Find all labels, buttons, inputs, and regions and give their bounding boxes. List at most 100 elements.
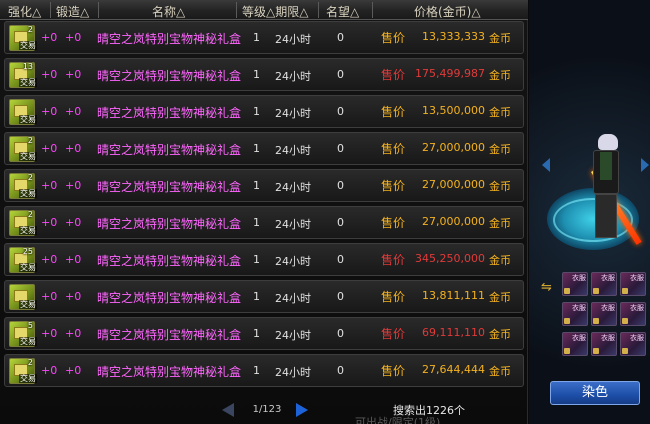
stack-count: 2 xyxy=(27,358,33,367)
price-label: 售价 xyxy=(381,179,406,193)
gift-box-icon[interactable]: 交易 xyxy=(9,99,37,125)
item-name[interactable]: 晴空之岚特别宝物神秘礼盒 xyxy=(97,67,241,84)
lock-icon xyxy=(564,288,570,294)
slot-label: 衣服 xyxy=(630,304,644,312)
col-level-duration[interactable]: 等级△期限△ xyxy=(242,3,308,20)
forge-value: +0 xyxy=(65,179,82,192)
equipment-slot[interactable]: 衣服 xyxy=(620,302,646,326)
col-price[interactable]: 价格(金币)△ xyxy=(414,3,481,20)
stack-count: 5 xyxy=(27,321,33,330)
stack-count: 25 xyxy=(22,247,33,256)
item-name[interactable]: 晴空之岚特别宝物神秘礼盒 xyxy=(97,326,241,343)
equipment-slot[interactable]: 衣服 xyxy=(620,272,646,296)
enhance-value: +0 xyxy=(41,216,58,229)
trade-tag: 交易 xyxy=(19,374,37,383)
gift-box-icon[interactable]: 25 交易 xyxy=(9,247,37,273)
slot-label: 衣服 xyxy=(572,274,586,282)
item-reputation: 0 xyxy=(337,216,344,229)
equipment-slot[interactable]: 衣服 xyxy=(562,272,588,296)
equipment-slot[interactable]: 衣服 xyxy=(562,302,588,326)
enhance-value: +0 xyxy=(41,68,58,81)
gift-box-icon[interactable]: 2 交易 xyxy=(9,25,37,51)
auction-row[interactable]: 2 交易 +0 +0 晴空之岚特别宝物神秘礼盒 1 24小时 0 售价 27,000,000 金币 xyxy=(4,206,524,239)
price-value: 27,000,000 xyxy=(422,178,485,191)
forge-value: +0 xyxy=(65,105,82,118)
currency-label: 金币 xyxy=(489,69,511,82)
item-name[interactable]: 晴空之岚特别宝物神秘礼盒 xyxy=(97,141,241,158)
slot-label: 衣服 xyxy=(572,334,586,342)
currency-label: 金币 xyxy=(489,180,511,193)
auction-row[interactable]: 5 交易 +0 +0 晴空之岚特别宝物神秘礼盒 1 24小时 0 售价 69,111,110 金币 xyxy=(4,317,524,350)
swap-icon[interactable]: ⇋ xyxy=(541,280,552,295)
item-name[interactable]: 晴空之岚特别宝物神秘礼盒 xyxy=(97,363,241,380)
price-label: 售价 xyxy=(381,364,406,378)
auction-row[interactable]: 交易 +0 +0 晴空之岚特别宝物神秘礼盒 1 24小时 0 售价 13,811,111 金币 xyxy=(4,280,524,313)
enhance-value: +0 xyxy=(41,253,58,266)
character-hair xyxy=(598,134,618,150)
stack-count: 2 xyxy=(27,25,33,34)
equipment-slot[interactable]: 衣服 xyxy=(562,332,588,356)
equipment-slot[interactable]: 衣服 xyxy=(591,272,617,296)
slot-label: 衣服 xyxy=(601,334,615,342)
currency-label: 金币 xyxy=(489,365,511,378)
next-page-button[interactable] xyxy=(296,403,308,417)
item-name[interactable]: 晴空之岚特别宝物神秘礼盒 xyxy=(97,178,241,195)
forge-value: +0 xyxy=(65,31,82,44)
lock-icon xyxy=(564,348,570,354)
gift-box-icon[interactable]: 5 交易 xyxy=(9,321,37,347)
auction-row[interactable]: 2 交易 +0 +0 晴空之岚特别宝物神秘礼盒 1 24小时 0 售价 27,000,000 金币 xyxy=(4,169,524,202)
gift-box-icon[interactable]: 13 交易 xyxy=(9,62,37,88)
stack-count: 2 xyxy=(27,136,33,145)
dye-button[interactable]: 染色 xyxy=(550,381,640,405)
item-name[interactable]: 晴空之岚特别宝物神秘礼盒 xyxy=(97,252,241,269)
col-name[interactable]: 名称△ xyxy=(152,3,185,20)
item-name[interactable]: 晴空之岚特别宝物神秘礼盒 xyxy=(97,30,241,47)
trade-tag: 交易 xyxy=(19,41,37,50)
lock-icon xyxy=(622,288,628,294)
equipment-slot[interactable]: 衣服 xyxy=(620,332,646,356)
prev-page-button[interactable] xyxy=(222,403,234,417)
price-value: 345,250,000 xyxy=(415,252,485,265)
price-value: 13,333,333 xyxy=(422,30,485,43)
search-result-count: 搜索出1226个 xyxy=(393,404,465,417)
gift-box-icon[interactable]: 2 交易 xyxy=(9,136,37,162)
item-level: 1 xyxy=(253,216,260,229)
gift-box-icon[interactable]: 2 交易 xyxy=(9,173,37,199)
price-value: 175,499,987 xyxy=(415,67,485,80)
item-name[interactable]: 晴空之岚特别宝物神秘礼盒 xyxy=(97,215,241,232)
rotate-left-button[interactable] xyxy=(542,158,550,172)
price-label: 售价 xyxy=(381,216,406,230)
auction-row[interactable]: 2 交易 +0 +0 晴空之岚特别宝物神秘礼盒 1 24小时 0 售价 27,000,000 金币 xyxy=(4,132,524,165)
item-name[interactable]: 晴空之岚特别宝物神秘礼盒 xyxy=(97,104,241,121)
item-reputation: 0 xyxy=(337,253,344,266)
rotate-right-button[interactable] xyxy=(641,158,649,172)
price-value: 13,500,000 xyxy=(422,104,485,117)
item-name[interactable]: 晴空之岚特别宝物神秘礼盒 xyxy=(97,289,241,306)
item-level: 1 xyxy=(253,142,260,155)
col-reputation[interactable]: 名望△ xyxy=(326,3,359,20)
gift-box-icon[interactable]: 交易 xyxy=(9,284,37,310)
col-enhance[interactable]: 强化△ xyxy=(8,3,41,20)
auction-row[interactable]: 2 交易 +0 +0 晴空之岚特别宝物神秘礼盒 1 24小时 0 售价 27,644,444 金币 xyxy=(4,354,524,387)
equipment-slot[interactable]: 衣服 xyxy=(591,332,617,356)
auction-row[interactable]: 13 交易 +0 +0 晴空之岚特别宝物神秘礼盒 1 24小时 0 售价 175,499,987 金… xyxy=(4,58,524,91)
page-number: 1/123 xyxy=(252,404,282,415)
gift-box-icon[interactable]: 2 交易 xyxy=(9,358,37,384)
auction-row[interactable]: 2 交易 +0 +0 晴空之岚特别宝物神秘礼盒 1 24小时 0 售价 13,333,333 金币 xyxy=(4,21,524,54)
forge-value: +0 xyxy=(65,216,82,229)
auction-row[interactable]: 交易 +0 +0 晴空之岚特别宝物神秘礼盒 1 24小时 0 售价 13,500,000 金币 xyxy=(4,95,524,128)
item-level: 1 xyxy=(253,327,260,340)
slot-label: 衣服 xyxy=(601,274,615,282)
trade-tag: 交易 xyxy=(19,226,37,235)
character-legs xyxy=(595,194,617,238)
auction-row[interactable]: 25 交易 +0 +0 晴空之岚特别宝物神秘礼盒 1 24小时 0 售价 345,250,000 金… xyxy=(4,243,524,276)
item-level: 1 xyxy=(253,290,260,303)
item-reputation: 0 xyxy=(337,364,344,377)
forge-value: +0 xyxy=(65,68,82,81)
trade-tag: 交易 xyxy=(19,115,37,124)
col-forge[interactable]: 锻造△ xyxy=(56,3,89,20)
header-divider xyxy=(50,2,51,18)
gift-box-icon[interactable]: 2 交易 xyxy=(9,210,37,236)
equipment-slot[interactable]: 衣服 xyxy=(591,302,617,326)
item-duration: 24小时 xyxy=(275,255,311,268)
